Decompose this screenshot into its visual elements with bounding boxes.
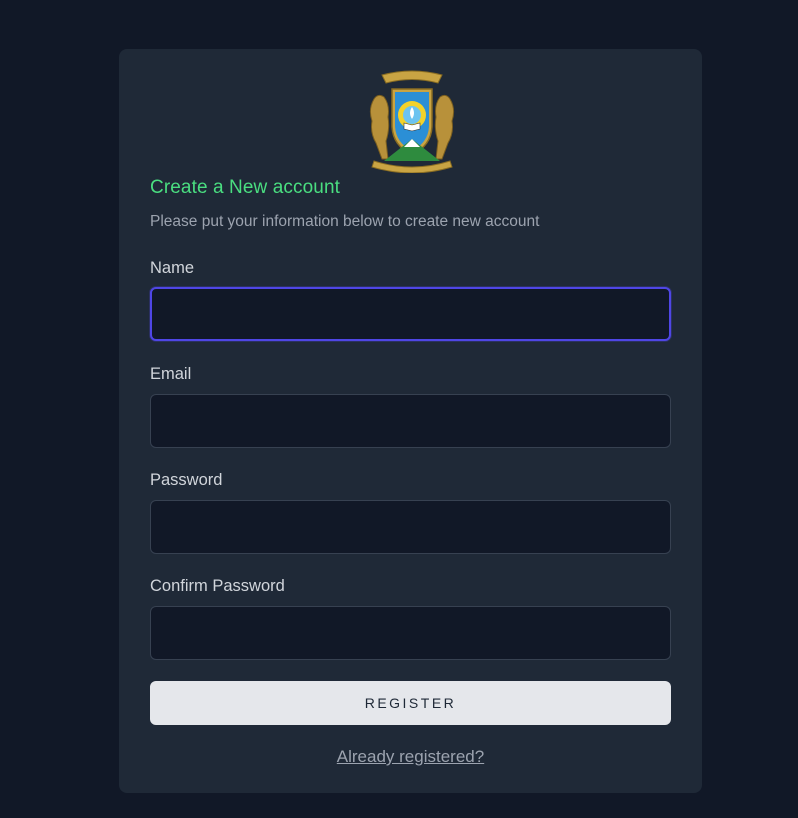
crest-icon (369, 70, 455, 174)
password-input[interactable] (150, 500, 671, 554)
email-input[interactable] (150, 394, 671, 448)
page-subtitle: Please put your information below to cre… (150, 213, 540, 230)
email-label: Email (150, 365, 192, 383)
university-crest-logo (364, 69, 460, 174)
password-label: Password (150, 471, 223, 489)
confirm-password-input[interactable] (150, 606, 671, 660)
confirm-password-label: Confirm Password (150, 577, 285, 595)
register-card: Create a New account Please put your inf… (119, 49, 702, 793)
name-label: Name (150, 259, 195, 277)
already-registered-link[interactable]: Already registered? (119, 747, 702, 767)
register-button[interactable]: Register (150, 681, 671, 725)
page-title: Create a New account (150, 177, 340, 198)
name-input[interactable] (150, 287, 671, 341)
